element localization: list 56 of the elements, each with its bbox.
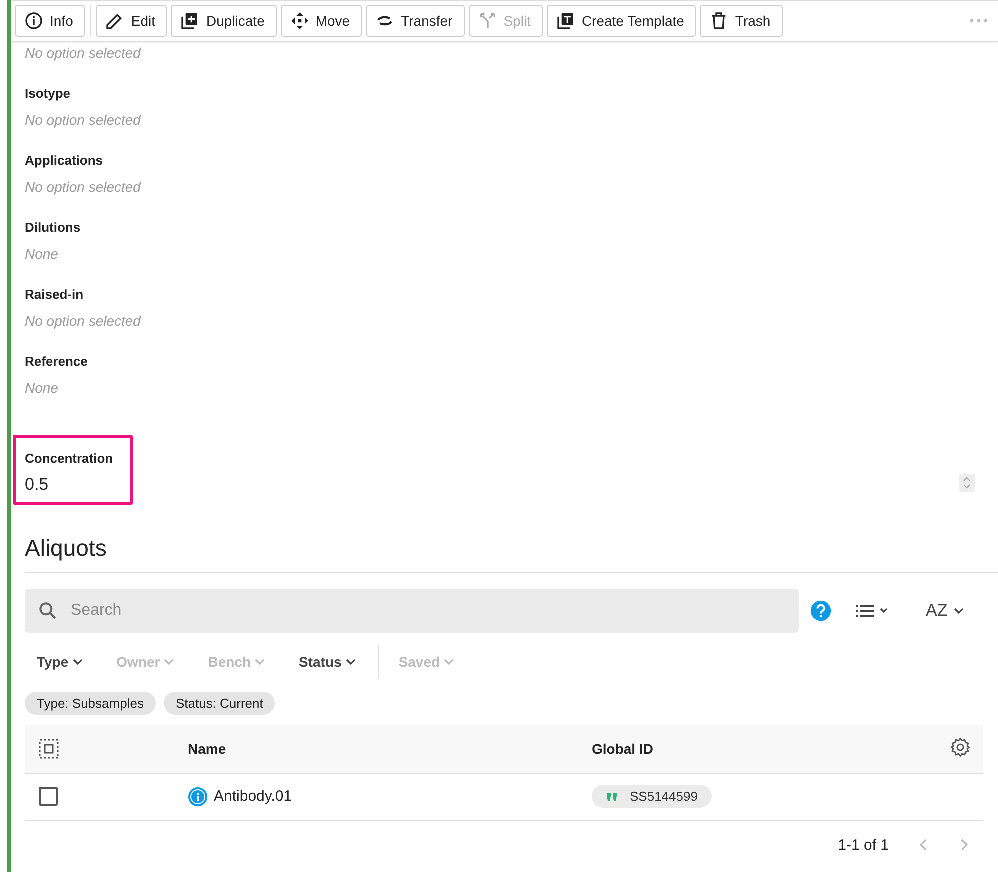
caret-icon bbox=[346, 658, 356, 666]
field-value: None bbox=[25, 245, 60, 263]
template-icon bbox=[556, 11, 576, 31]
field-label: Reference bbox=[25, 353, 88, 371]
field-label: Raised-in bbox=[25, 286, 85, 304]
search-field[interactable]: Search bbox=[25, 589, 799, 633]
caret-icon bbox=[255, 658, 266, 666]
filter-dropdown[interactable]: Status bbox=[287, 654, 368, 670]
move-icon bbox=[290, 11, 310, 31]
field-value: No option selected bbox=[25, 312, 141, 330]
duplicate-icon bbox=[180, 11, 200, 31]
toolbar-button[interactable]: Create Template bbox=[546, 5, 696, 37]
caret-icon bbox=[444, 658, 454, 666]
next-page-icon[interactable] bbox=[959, 837, 969, 853]
search-input[interactable]: Search bbox=[69, 601, 799, 621]
section-title: Aliquots bbox=[25, 535, 998, 573]
field-value: No option selected bbox=[25, 178, 141, 196]
global-id-chip[interactable]: SS5144599 bbox=[592, 785, 712, 808]
field-value: None bbox=[25, 379, 60, 397]
table-cell: Antibody.01 bbox=[214, 788, 292, 805]
tubes-icon bbox=[606, 792, 618, 802]
filter-dropdown[interactable]: Type bbox=[25, 654, 95, 670]
help-icon[interactable] bbox=[810, 600, 832, 622]
toolbar-button[interactable]: Edit bbox=[96, 5, 168, 37]
info-icon[interactable] bbox=[188, 786, 208, 806]
field-label: Applications bbox=[25, 152, 104, 170]
field-label: Dilutions bbox=[25, 219, 81, 237]
toolbar-button[interactable]: Duplicate bbox=[171, 5, 277, 37]
field-label: Concentration bbox=[25, 450, 114, 468]
pagination-text: 1-1 of 1 bbox=[838, 836, 889, 854]
filter-chip[interactable]: Status: Current bbox=[164, 692, 276, 715]
settings-icon[interactable] bbox=[950, 736, 971, 758]
row-checkbox[interactable] bbox=[39, 787, 58, 806]
list-view-button[interactable] bbox=[856, 604, 890, 618]
caret-icon bbox=[72, 658, 83, 666]
search-icon bbox=[37, 600, 59, 622]
sort-button[interactable]: AZ bbox=[920, 600, 970, 622]
toolbar-button[interactable]: Transfer bbox=[366, 5, 465, 37]
split-icon bbox=[478, 11, 498, 31]
field-label: Isotype bbox=[25, 85, 72, 103]
filter-chip[interactable]: Type: Subsamples bbox=[25, 692, 156, 715]
column-header: Name bbox=[188, 740, 226, 757]
column-header: Global ID bbox=[592, 740, 654, 757]
caret-icon bbox=[954, 607, 964, 615]
field-value: No option selected bbox=[25, 111, 141, 129]
toolbar-button[interactable]: Info bbox=[15, 5, 86, 37]
previous-page-icon[interactable] bbox=[919, 837, 929, 853]
more-icon[interactable] bbox=[970, 19, 988, 23]
field-value: 0.5 bbox=[25, 476, 50, 494]
info-icon bbox=[24, 11, 44, 31]
select-all-icon[interactable] bbox=[39, 738, 59, 759]
caret-icon bbox=[164, 658, 174, 666]
spinner-icon[interactable] bbox=[959, 474, 975, 492]
toolbar-button[interactable]: Move bbox=[280, 5, 362, 37]
toolbar-button[interactable]: Trash bbox=[700, 5, 783, 37]
field-value: No option selected bbox=[25, 44, 141, 62]
